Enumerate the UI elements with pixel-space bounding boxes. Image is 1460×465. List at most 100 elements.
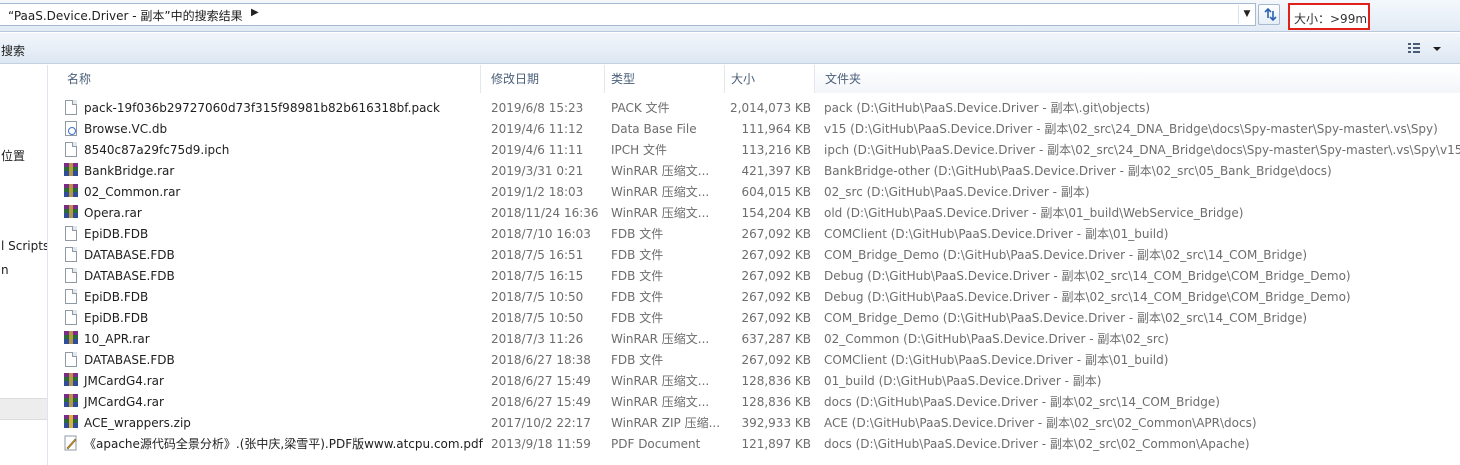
file-date: 2018/7/5 16:15 xyxy=(491,269,584,283)
file-type: WinRAR 压缩文... xyxy=(611,374,710,388)
column-header-type[interactable]: 类型 xyxy=(601,65,725,93)
file-type: WinRAR 压缩文... xyxy=(611,185,710,199)
file-name-cell[interactable]: BankBridge.rar xyxy=(63,161,487,182)
file-row[interactable]: 8540c87a29fc75d9.ipch 2019/4/6 11:11 IPCH … xyxy=(49,140,1460,161)
file-name-cell[interactable]: JMCardG4.rar xyxy=(63,371,487,392)
column-headers: 名称 修改日期 类型 大小 文件夹 xyxy=(49,65,1460,93)
file-name-cell[interactable]: EpiDB.FDB xyxy=(63,308,487,329)
save-search-label[interactable]: 搜索 xyxy=(1,42,25,59)
file-name-cell[interactable]: EpiDB.FDB xyxy=(63,287,487,308)
search-query-text[interactable]: 大小：>99m xyxy=(1294,10,1367,27)
file-name[interactable]: JMCardG4.rar xyxy=(84,374,164,388)
file-name-cell[interactable]: 《apache源代码全景分析》.(张中庆,梁雪平).PDF版www.atcpu.… xyxy=(63,434,487,455)
file-name-cell[interactable]: 8540c87a29fc75d9.ipch xyxy=(63,140,487,161)
file-name-cell[interactable]: Opera.rar xyxy=(63,203,487,224)
file-name-cell[interactable]: JMCardG4.rar xyxy=(63,392,487,413)
file-name-cell[interactable]: pack-19f036b29727060d73f315f98981b82b616… xyxy=(63,98,487,119)
file-name-cell[interactable]: ACE_wrappers.zip xyxy=(63,413,487,434)
file-date: 2019/1/2 18:03 xyxy=(491,185,584,199)
file-name-cell[interactable]: 10_APR.rar xyxy=(63,329,487,350)
pdf-document-icon xyxy=(63,435,79,451)
file-name-cell[interactable]: EpiDB.FDB xyxy=(63,224,487,245)
file-name-cell[interactable]: DATABASE.FDB xyxy=(63,266,487,287)
address-dropdown-icon[interactable]: ▼ xyxy=(1238,5,1255,24)
file-type: PACK 文件 xyxy=(611,101,670,115)
file-name[interactable]: 10_APR.rar xyxy=(84,332,150,346)
file-folder: COMClient (D:\GitHub\PaaS.Device.Driver … xyxy=(824,227,1169,241)
file-row[interactable]: DATABASE.FDB 2018/6/27 18:38 FDB 文件 267,092… xyxy=(49,350,1460,371)
sidebar-item-location[interactable]: 位置 xyxy=(1,147,25,164)
file-date: 2019/3/31 0:21 xyxy=(491,164,584,178)
file-row[interactable]: EpiDB.FDB 2018/7/5 10:50 FDB 文件 267,092 KB D… xyxy=(49,287,1460,308)
file-row[interactable]: Opera.rar 2018/11/24 16:36 WinRAR 压缩文... 15… xyxy=(49,203,1460,224)
file-name[interactable]: 《apache源代码全景分析》.(张中庆,梁雪平).PDF版www.atcpu.… xyxy=(84,437,483,451)
file-folder: COM_Bridge_Demo (D:\GitHub\PaaS.Device.D… xyxy=(824,311,1308,325)
file-folder: 02_Common (D:\GitHub\PaaS.Device.Driver … xyxy=(824,332,1169,346)
file-folder: v15 (D:\GitHub\PaaS.Device.Driver - 副本\0… xyxy=(824,122,1438,136)
file-name-cell[interactable]: Browse.VC.db xyxy=(63,119,487,140)
file-name[interactable]: Browse.VC.db xyxy=(84,122,167,136)
file-size: 267,092 KB xyxy=(741,227,811,241)
column-header-name[interactable]: 名称 xyxy=(57,65,481,93)
file-name-cell[interactable]: DATABASE.FDB xyxy=(63,245,487,266)
file-size: 128,836 KB xyxy=(741,395,811,409)
sidebar-item-scripts[interactable]: l Scripts xyxy=(1,239,47,253)
file-row[interactable]: DATABASE.FDB 2018/7/5 16:15 FDB 文件 267,092 … xyxy=(49,266,1460,287)
refresh-icon xyxy=(1264,7,1277,22)
file-type: IPCH 文件 xyxy=(611,143,667,157)
file-name[interactable]: JMCardG4.rar xyxy=(84,395,164,409)
file-row[interactable]: Browse.VC.db 2019/4/6 11:12 Data Base File… xyxy=(49,119,1460,140)
document-icon xyxy=(65,247,77,262)
file-name[interactable]: pack-19f036b29727060d73f315f98981b82b616… xyxy=(84,101,440,115)
file-name[interactable]: DATABASE.FDB xyxy=(84,269,175,283)
file-size: 113,216 KB xyxy=(741,143,811,157)
file-type: FDB 文件 xyxy=(611,353,664,367)
file-row[interactable]: JMCardG4.rar 2018/6/27 15:49 WinRAR 压缩文...… xyxy=(49,392,1460,413)
file-row[interactable]: ACE_wrappers.zip 2017/10/2 22:17 WinRAR ZI… xyxy=(49,413,1460,434)
file-type: FDB 文件 xyxy=(611,227,664,241)
file-row[interactable]: pack-19f036b29727060d73f315f98981b82b616… xyxy=(49,98,1460,119)
file-name[interactable]: ACE_wrappers.zip xyxy=(84,416,191,430)
column-header-folder[interactable]: 文件夹 xyxy=(815,65,1460,93)
file-name[interactable]: EpiDB.FDB xyxy=(84,311,148,325)
file-type: FDB 文件 xyxy=(611,311,664,325)
file-size: 421,397 KB xyxy=(741,164,811,178)
document-icon xyxy=(65,310,77,325)
change-view-button[interactable] xyxy=(1406,40,1446,58)
file-row[interactable]: JMCardG4.rar 2018/6/27 15:49 WinRAR 压缩文...… xyxy=(49,371,1460,392)
rar-archive-icon xyxy=(63,330,79,346)
sidebar-item-n[interactable]: n xyxy=(1,263,9,277)
file-folder: old (D:\GitHub\PaaS.Device.Driver - 副本\0… xyxy=(824,206,1244,220)
file-name-cell[interactable]: 02_Common.rar xyxy=(63,182,487,203)
file-row[interactable]: 10_APR.rar 2018/7/3 11:26 WinRAR 压缩文... 637… xyxy=(49,329,1460,350)
file-type: WinRAR 压缩文... xyxy=(611,332,710,346)
address-path[interactable]: “PaaS.Device.Driver - 副本”中的搜索结果 xyxy=(8,7,243,24)
file-name[interactable]: DATABASE.FDB xyxy=(84,353,175,367)
column-header-size[interactable]: 大小 xyxy=(721,65,815,93)
file-date: 2018/6/27 18:38 xyxy=(491,353,591,367)
file-name[interactable]: 8540c87a29fc75d9.ipch xyxy=(84,143,229,157)
document-icon xyxy=(65,289,77,304)
file-size: 604,015 KB xyxy=(741,185,811,199)
file-row[interactable]: DATABASE.FDB 2018/7/5 16:51 FDB 文件 267,092 … xyxy=(49,245,1460,266)
breadcrumb-arrow-icon[interactable]: ▶ xyxy=(251,7,259,18)
file-row[interactable]: EpiDB.FDB 2018/7/5 10:50 FDB 文件 267,092 KB C… xyxy=(49,308,1460,329)
search-input[interactable]: 大小：>99m xyxy=(1288,3,1370,30)
file-row[interactable]: 02_Common.rar 2019/1/2 18:03 WinRAR 压缩文...… xyxy=(49,182,1460,203)
file-row[interactable]: EpiDB.FDB 2018/7/10 16:03 FDB 文件 267,092 KB… xyxy=(49,224,1460,245)
file-name-cell[interactable]: DATABASE.FDB xyxy=(63,350,487,371)
address-bar[interactable]: “PaaS.Device.Driver - 副本”中的搜索结果 ▶ ▼ xyxy=(0,3,1256,26)
sidebar-scrollbar[interactable] xyxy=(0,398,47,420)
file-name[interactable]: Opera.rar xyxy=(84,206,142,220)
refresh-button[interactable] xyxy=(1258,4,1280,25)
file-name[interactable]: EpiDB.FDB xyxy=(84,227,148,241)
file-row[interactable]: BankBridge.rar 2019/3/31 0:21 WinRAR 压缩文..… xyxy=(49,161,1460,182)
file-folder: docs (D:\GitHub\PaaS.Device.Driver - 副本\… xyxy=(824,395,1220,409)
column-header-date[interactable]: 修改日期 xyxy=(481,65,605,93)
file-row[interactable]: 《apache源代码全景分析》.(张中庆,梁雪平).PDF版www.atcpu.… xyxy=(49,434,1460,455)
file-name[interactable]: DATABASE.FDB xyxy=(84,248,175,262)
file-name[interactable]: EpiDB.FDB xyxy=(84,290,148,304)
file-name[interactable]: 02_Common.rar xyxy=(84,185,180,199)
file-name[interactable]: BankBridge.rar xyxy=(84,164,174,178)
file-folder: 02_src (D:\GitHub\PaaS.Device.Driver - 副… xyxy=(824,185,1090,199)
